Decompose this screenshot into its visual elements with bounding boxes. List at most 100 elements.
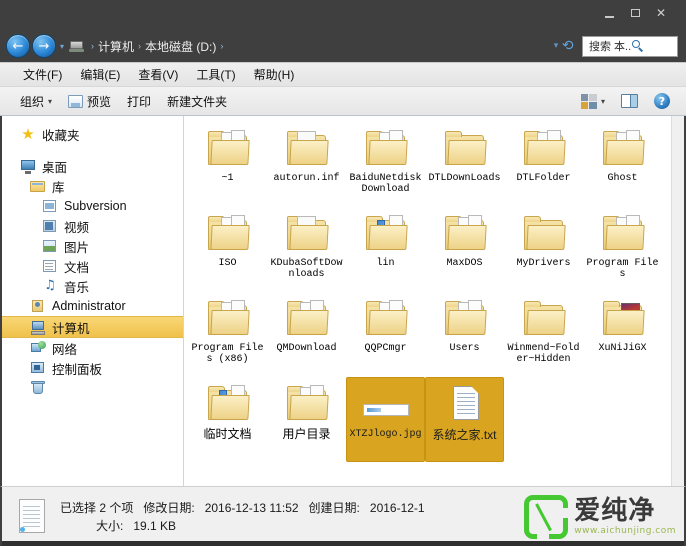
sidebar-item-label: 图片 (64, 240, 90, 255)
menu-item-edit[interactable]: 编辑(E) (71, 64, 129, 85)
file-list-pane[interactable]: ~1 autorun.inf BaiduNetdiskDownload DTLD… (184, 116, 684, 486)
navigation-buttons: ← → ▾ (6, 34, 67, 58)
monitor-icon (20, 159, 36, 174)
navigation-pane[interactable]: ★ 收藏夹 桌面 库 Subversion 视频 图片 文档 ♫ 音乐 Admi… (2, 116, 184, 486)
folder-icon (520, 298, 568, 340)
file-item[interactable]: DTLDownLoads (425, 122, 504, 207)
file-item[interactable]: XuNiJiGX (583, 292, 662, 377)
help-button[interactable]: ? (646, 90, 678, 112)
file-item[interactable]: MaxDOS (425, 207, 504, 292)
file-name: lin (376, 258, 395, 269)
organize-button[interactable]: 组织 ▾ (12, 90, 60, 113)
change-view-button[interactable]: ▾ (573, 91, 613, 112)
folder-icon (204, 128, 252, 170)
file-item[interactable]: Users (425, 292, 504, 377)
selection-count: 已选择 2 个项 (60, 500, 134, 515)
breadcrumb-item-local-disk[interactable]: 本地磁盘 (D:) (145, 38, 216, 55)
search-input[interactable]: 搜索 本... (582, 35, 678, 57)
file-item[interactable]: lin (346, 207, 425, 292)
folder-icon (599, 213, 647, 255)
close-button[interactable]: ✕ (648, 4, 674, 22)
file-item-selected[interactable]: XTZJlogo.jpg (346, 377, 425, 462)
sidebar-item-network[interactable]: 网络 (2, 338, 183, 358)
sidebar-item-libraries[interactable]: 库 (2, 176, 183, 196)
sidebar-item-label: 库 (52, 180, 65, 195)
file-item[interactable]: 临时文档 (188, 377, 267, 462)
sidebar-item-desktop[interactable]: 桌面 (2, 156, 183, 176)
breadcrumb[interactable]: › 计算机 › 本地磁盘 (D:) › (69, 38, 554, 55)
sidebar-item-subversion[interactable]: Subversion (2, 196, 183, 216)
modified-date-value: 2016-12-13 11:52 (204, 500, 299, 515)
menu-item-file[interactable]: 文件(F) (14, 64, 71, 85)
menu-bar: 文件(F) 编辑(E) 查看(V) 工具(T) 帮助(H) (0, 62, 686, 86)
file-item[interactable]: ISO (188, 207, 267, 292)
menu-item-help[interactable]: 帮助(H) (245, 64, 304, 85)
vertical-scrollbar[interactable] (671, 116, 684, 486)
status-bar: 已选择 2 个项 修改日期: 2016-12-13 11:52 创建日期: 20… (0, 486, 686, 546)
preview-button[interactable]: 预览 (60, 90, 119, 113)
menu-item-view[interactable]: 查看(V) (129, 64, 187, 85)
file-item[interactable]: 用户目录 (267, 377, 346, 462)
horizontal-scrollbar[interactable] (2, 541, 684, 546)
forward-icon[interactable]: → (32, 34, 56, 58)
back-icon[interactable]: ← (6, 34, 30, 58)
file-item[interactable]: Program Files (x86) (188, 292, 267, 377)
size-value: 19.1 KB (133, 518, 177, 533)
file-item[interactable]: KDubaSoftDownloads (267, 207, 346, 292)
folder-icon (283, 383, 331, 425)
maximize-button[interactable] (622, 4, 648, 22)
sidebar-item-documents[interactable]: 文档 (2, 256, 183, 276)
file-item[interactable]: DTLFolder (504, 122, 583, 207)
file-name: ~1 (221, 173, 234, 184)
sidebar-item-label: 控制面板 (52, 362, 103, 377)
document-icon (42, 259, 58, 274)
folder-icon (204, 213, 252, 255)
sidebar-item-pictures[interactable]: 图片 (2, 236, 183, 256)
print-button[interactable]: 打印 (119, 90, 159, 113)
refresh-icon[interactable]: ⟳ (562, 38, 574, 54)
sidebar-item-recycle-bin[interactable] (2, 378, 183, 398)
file-item[interactable]: BaiduNetdiskDownload (346, 122, 425, 207)
sidebar-item-label: 音乐 (64, 280, 90, 295)
sidebar-item-music[interactable]: ♫ 音乐 (2, 276, 183, 296)
history-dropdown-icon[interactable]: ▾ (60, 42, 64, 51)
sidebar-item-favorites[interactable]: ★ 收藏夹 (2, 124, 183, 144)
sidebar-item-control-panel[interactable]: 控制面板 (2, 358, 183, 378)
chevron-down-icon[interactable]: ▾ (554, 41, 559, 51)
sidebar-item-administrator[interactable]: Administrator (2, 296, 183, 316)
file-item[interactable]: Ghost (583, 122, 662, 207)
breadcrumb-item-computer[interactable]: 计算机 (98, 38, 134, 55)
breadcrumb-separator: › (91, 41, 95, 51)
menu-item-tools[interactable]: 工具(T) (187, 64, 244, 85)
breadcrumb-separator: › (138, 41, 142, 51)
folder-icon (283, 128, 331, 170)
video-icon (42, 219, 58, 234)
watermark-url: www.aichunjing.com (574, 525, 676, 536)
sidebar-item-label: 桌面 (42, 160, 68, 175)
address-bar: ← → ▾ › 计算机 › 本地磁盘 (D:) › ▾ ⟳ 搜索 本... (0, 30, 686, 62)
new-folder-button[interactable]: 新建文件夹 (159, 90, 235, 113)
preview-icon (68, 94, 84, 108)
sidebar-item-computer[interactable]: 计算机 (2, 316, 183, 338)
file-item[interactable]: Winmend~Folder~Hidden (504, 292, 583, 377)
file-item[interactable]: QQPCmgr (346, 292, 425, 377)
file-item-selected[interactable]: 系统之家.txt (425, 377, 504, 462)
file-name: 临时文档 (203, 427, 252, 441)
file-item[interactable]: Program Files (583, 207, 662, 292)
sidebar-item-videos[interactable]: 视频 (2, 216, 183, 236)
folder-icon (204, 298, 252, 340)
file-name: MaxDOS (446, 258, 483, 269)
library-icon (30, 179, 46, 194)
help-icon: ? (654, 93, 670, 109)
breadcrumb-separator-trailing[interactable]: › (218, 41, 225, 51)
folder-icon (441, 213, 489, 255)
sidebar-item-label: 视频 (64, 220, 90, 235)
file-item[interactable]: autorun.inf (267, 122, 346, 207)
minimize-button[interactable] (596, 4, 622, 22)
watermark-logo-icon (524, 494, 569, 539)
file-item[interactable]: ~1 (188, 122, 267, 207)
file-item[interactable]: MyDrivers (504, 207, 583, 292)
user-icon (30, 299, 46, 314)
file-item[interactable]: QMDownload (267, 292, 346, 377)
preview-pane-button[interactable] (613, 91, 646, 111)
